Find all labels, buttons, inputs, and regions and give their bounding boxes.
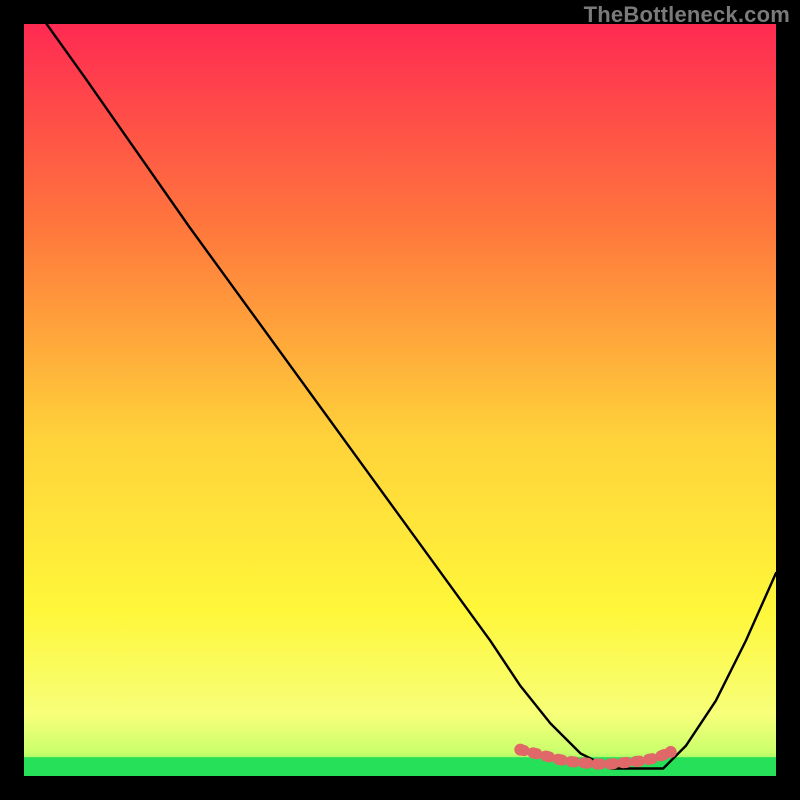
chart-container: TheBottleneck.com	[0, 0, 800, 800]
plot-area	[24, 24, 776, 776]
marker-dot	[665, 746, 677, 758]
chart-svg	[24, 24, 776, 776]
gradient-background	[24, 24, 776, 776]
marker-dot	[514, 744, 526, 756]
